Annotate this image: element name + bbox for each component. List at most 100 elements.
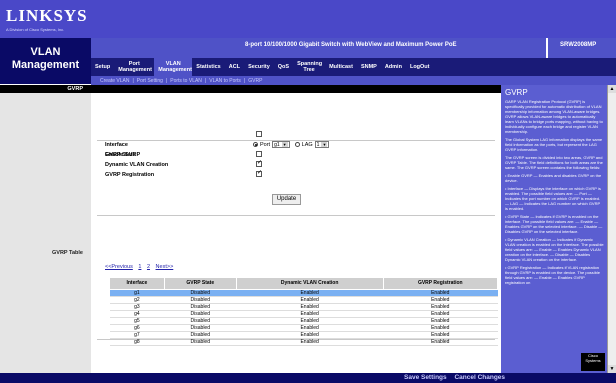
cell-gvrp-state: Disabled xyxy=(164,296,237,304)
left-sidebar: GVRP GVRP Table xyxy=(0,85,91,373)
col-dynamic-vlan: Dynamic VLAN Creation xyxy=(235,277,384,290)
cell-gvrp-state: Disabled xyxy=(164,338,237,346)
linksys-logo: LINKSYS A Division of Cisco Systems, Inc… xyxy=(6,6,88,32)
nav-security[interactable]: Security xyxy=(244,64,274,70)
footer-bar: Save Settings Cancel Changes xyxy=(0,373,616,383)
section-title-line2: Management xyxy=(11,59,80,71)
nav-acl[interactable]: ACL xyxy=(225,64,244,70)
subnav-create-vlan[interactable]: Create VLAN xyxy=(97,78,132,84)
nav-vlan-management[interactable]: VLAN Management xyxy=(154,58,193,76)
pager-page-1[interactable]: 1 xyxy=(138,264,141,270)
pager-previous[interactable]: <<Previous xyxy=(105,264,133,270)
logo-subtitle: A Division of Cisco Systems, Inc. xyxy=(6,27,65,32)
table-header-row: Interface GVRP State Dynamic VLAN Creati… xyxy=(109,277,499,290)
scroll-up-icon[interactable]: ▲ xyxy=(608,85,616,93)
nav-port-management[interactable]: Port Management xyxy=(114,61,154,73)
subnav-ports-to-vlan[interactable]: Ports to VLAN xyxy=(167,78,205,84)
nav-snmp[interactable]: SNMP xyxy=(357,64,381,70)
help-paragraph: • Dynamic VLAN Creation — Indicates if D… xyxy=(505,237,604,262)
port-radio-label: Port xyxy=(260,141,271,148)
footer-actions: Save Settings Cancel Changes xyxy=(398,374,505,381)
cell-gvrp-state: Disabled xyxy=(164,331,237,339)
product-description: 8-port 10/100/1000 Gigabit Switch with W… xyxy=(245,42,457,48)
col-gvrp-registration: GVRP Registration xyxy=(382,277,499,290)
port-radio[interactable] xyxy=(253,142,258,147)
pager-next[interactable]: Next>> xyxy=(156,264,174,270)
sub-nav: Create VLAN | Port Setting | Ports to VL… xyxy=(91,76,616,85)
main-nav: Setup Port Management VLAN Management St… xyxy=(91,58,616,76)
cell-gvrp-registration: Enabled xyxy=(383,317,498,325)
subnav-gvrp[interactable]: GVRP xyxy=(245,78,265,84)
chevron-down-icon: ▼ xyxy=(281,142,288,147)
gvrp-registration-checkbox[interactable] xyxy=(256,169,262,177)
pager-page-2[interactable]: 2 xyxy=(147,264,150,270)
cisco-logo: Cisco Systems xyxy=(581,353,605,371)
lag-select[interactable]: 1 ▼ xyxy=(314,141,330,148)
scroll-down-icon[interactable]: ▼ xyxy=(608,365,616,373)
enable-gvrp-checkbox[interactable] xyxy=(256,131,262,137)
nav-multicast[interactable]: Multicast xyxy=(325,64,357,70)
interface-selector: Port g1 ▼ LAG 1 ▼ xyxy=(253,141,330,148)
model-number: SRW2008MP xyxy=(560,42,597,48)
cell-interface: g1 xyxy=(109,289,165,297)
cell-interface: g8 xyxy=(109,338,165,346)
cell-interface: g3 xyxy=(109,303,165,311)
cell-gvrp-registration: Enabled xyxy=(383,289,498,297)
cell-dynamic-vlan: Enabled xyxy=(236,303,384,311)
dynamic-vlan-checkbox[interactable] xyxy=(256,159,262,167)
nav-logout[interactable]: LogOut xyxy=(406,64,434,70)
cell-dynamic-vlan: Enabled xyxy=(236,296,384,304)
cell-gvrp-state: Disabled xyxy=(164,310,237,318)
nav-spanning-tree[interactable]: Spanning Tree xyxy=(293,61,325,73)
table-row[interactable]: g5 Disabled Enabled Enabled xyxy=(109,317,498,325)
table-row[interactable]: g4 Disabled Enabled Enabled xyxy=(109,310,498,318)
interface-label: Interface xyxy=(105,142,128,148)
cell-gvrp-registration: Enabled xyxy=(383,338,498,346)
cell-interface: g4 xyxy=(109,310,165,318)
cell-gvrp-state: Disabled xyxy=(164,303,237,311)
table-row[interactable]: g2 Disabled Enabled Enabled xyxy=(109,296,498,304)
cell-gvrp-state: Disabled xyxy=(164,317,237,325)
update-button[interactable]: Update xyxy=(272,194,301,205)
cell-gvrp-registration: Enabled xyxy=(383,296,498,304)
table-row[interactable]: g6 Disabled Enabled Enabled xyxy=(109,324,498,332)
cell-dynamic-vlan: Enabled xyxy=(236,289,384,297)
lag-radio[interactable] xyxy=(294,142,300,147)
port-select[interactable]: g1 ▼ xyxy=(272,141,290,148)
cell-interface: g7 xyxy=(109,331,165,339)
nav-admin[interactable]: Admin xyxy=(381,64,406,70)
help-scrollbar[interactable]: ▲ ▼ xyxy=(607,85,616,373)
chevron-down-icon: ▼ xyxy=(321,142,328,147)
pager: <<Previous 1 2 Next>> xyxy=(105,264,177,270)
cancel-changes-button[interactable]: Cancel Changes xyxy=(454,374,505,381)
cell-gvrp-registration: Enabled xyxy=(383,324,498,332)
lag-radio-label: LAG xyxy=(301,141,313,148)
cell-interface: g2 xyxy=(109,296,165,304)
help-paragraph: • Interface — Displays the interface on … xyxy=(505,186,601,211)
cell-dynamic-vlan: Enabled xyxy=(236,338,384,346)
help-title: GVRP xyxy=(505,88,528,97)
cell-dynamic-vlan: Enabled xyxy=(236,331,384,339)
gvrp-state-checkbox[interactable] xyxy=(256,151,262,157)
subnav-port-setting[interactable]: Port Setting xyxy=(134,78,166,84)
nav-setup[interactable]: Setup xyxy=(91,64,114,70)
subnav-vlan-to-ports[interactable]: VLAN to Ports xyxy=(206,78,244,84)
nav-qos[interactable]: QoS xyxy=(274,64,293,70)
table-row[interactable]: g1 Disabled Enabled Enabled xyxy=(109,289,498,297)
logo-text: LINKSYS xyxy=(6,6,88,25)
table-row[interactable]: g7 Disabled Enabled Enabled xyxy=(109,331,498,339)
cell-dynamic-vlan: Enabled xyxy=(236,324,384,332)
header-divider xyxy=(546,38,548,58)
sidebar-gvrp-table-label: GVRP Table xyxy=(52,250,83,256)
section-title: VLAN Management xyxy=(0,38,91,84)
nav-statistics[interactable]: Statistics xyxy=(192,64,224,70)
section-title-line1: VLAN xyxy=(30,46,61,58)
lag-select-value: 1 xyxy=(316,141,320,148)
divider xyxy=(97,215,495,216)
cell-gvrp-registration: Enabled xyxy=(383,303,498,311)
port-select-value: g1 xyxy=(274,141,280,148)
table-row[interactable]: g8 Disabled Enabled Enabled xyxy=(109,338,498,346)
help-paragraph: The GVRP screen is divided into two area… xyxy=(505,155,603,170)
save-settings-button[interactable]: Save Settings xyxy=(404,374,447,381)
table-row[interactable]: g3 Disabled Enabled Enabled xyxy=(109,303,498,311)
